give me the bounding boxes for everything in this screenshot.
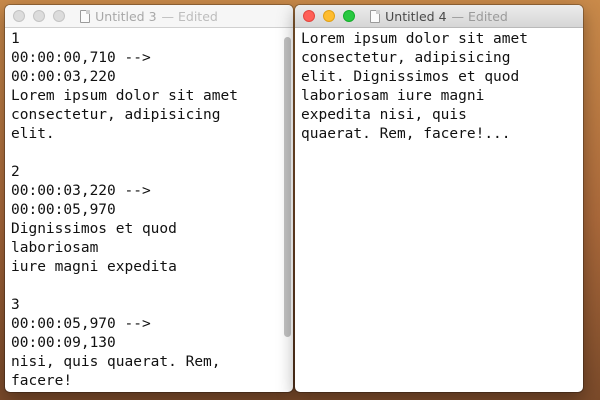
text-editor-area[interactable]: 1 00:00:00,710 --> 00:00:03,220 Lorem ip… xyxy=(5,28,293,392)
text-editor-area[interactable]: Lorem ipsum dolor sit amet consectetur, … xyxy=(295,28,583,392)
edited-status: — Edited xyxy=(161,8,218,24)
window-title-text: Untitled 3 xyxy=(95,8,157,24)
title-bar[interactable]: Untitled 4 — Edited xyxy=(295,5,583,28)
edited-status: — Edited xyxy=(451,8,508,24)
title-bar[interactable]: Untitled 3 — Edited xyxy=(5,5,293,28)
window-title: Untitled 3 — Edited xyxy=(5,5,293,27)
document-icon xyxy=(80,9,91,23)
textedit-window-untitled-3[interactable]: Untitled 3 — Edited 1 00:00:00,710 --> 0… xyxy=(5,5,293,392)
vertical-scrollbar[interactable] xyxy=(284,37,291,337)
textedit-window-untitled-4[interactable]: Untitled 4 — Edited Lorem ipsum dolor si… xyxy=(295,5,583,392)
window-title-text: Untitled 4 xyxy=(385,8,447,24)
window-title: Untitled 4 — Edited xyxy=(295,5,583,27)
document-icon xyxy=(370,9,381,23)
